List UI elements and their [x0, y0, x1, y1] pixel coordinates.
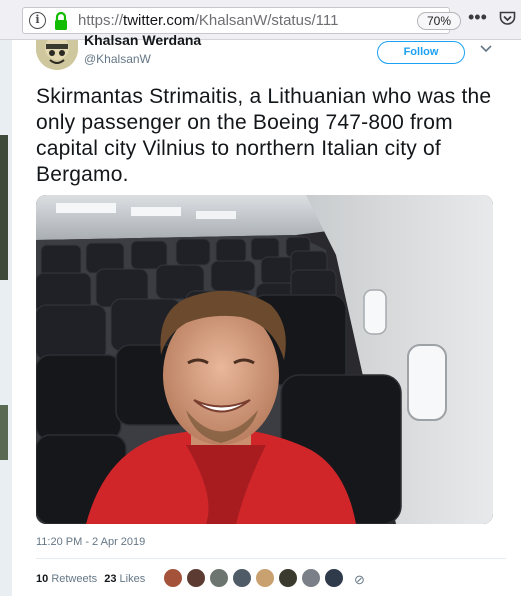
display-name[interactable]: Khalsan Werdana: [84, 32, 201, 48]
avatar[interactable]: [36, 40, 78, 70]
chevron-down-icon[interactable]: [480, 45, 492, 53]
link-icon[interactable]: ⊘: [354, 572, 365, 588]
stats-divider: [36, 558, 506, 559]
retweets-label: Retweets: [51, 573, 98, 585]
url-text: https://twitter.com/KhalsanW/status/111: [78, 12, 339, 29]
tweet-text: Skirmantas Strimaitis, a Lithuanian who …: [36, 85, 492, 186]
liker-avatar[interactable]: [163, 568, 183, 588]
liker-avatar[interactable]: [255, 568, 275, 588]
background-page-strip: [0, 40, 12, 596]
liker-avatar[interactable]: [301, 568, 321, 588]
retweets-count: 10: [36, 573, 49, 585]
info-icon[interactable]: i: [29, 12, 46, 29]
liker-avatar[interactable]: [278, 568, 298, 588]
address-field[interactable]: i https://twitter.com/KhalsanW/status/11…: [22, 7, 461, 34]
pocket-icon[interactable]: [499, 11, 516, 26]
lock-icon: [55, 11, 67, 30]
likes-label: Likes: [119, 573, 146, 585]
liker-avatar[interactable]: [209, 568, 229, 588]
browser-url-bar: i https://twitter.com/KhalsanW/status/11…: [0, 0, 521, 40]
liker-avatar[interactable]: [324, 568, 344, 588]
background-image-fragment: [0, 405, 8, 460]
follow-button[interactable]: Follow: [377, 41, 465, 64]
user-handle[interactable]: @KhalsanW: [84, 52, 151, 66]
retweets-stat[interactable]: 10 Retweets: [36, 573, 97, 585]
zoom-level-badge[interactable]: 70%: [417, 12, 461, 30]
liker-avatar[interactable]: [232, 568, 252, 588]
page: i https://twitter.com/KhalsanW/status/11…: [0, 0, 521, 596]
likes-stat[interactable]: 23 Likes: [104, 573, 145, 585]
liker-avatar[interactable]: [186, 568, 206, 588]
background-image-fragment: [0, 135, 8, 280]
likes-count: 23: [104, 573, 117, 585]
tweet-photo[interactable]: [36, 195, 493, 524]
more-icon[interactable]: •••: [468, 8, 487, 26]
tweet-card: Khalsan Werdana @KhalsanW Follow Skirman…: [14, 32, 521, 596]
tweet-timestamp[interactable]: 11:20 PM - 2 Apr 2019: [36, 536, 145, 548]
tweet-stats: 10 Retweets 23 Likes: [36, 573, 149, 585]
